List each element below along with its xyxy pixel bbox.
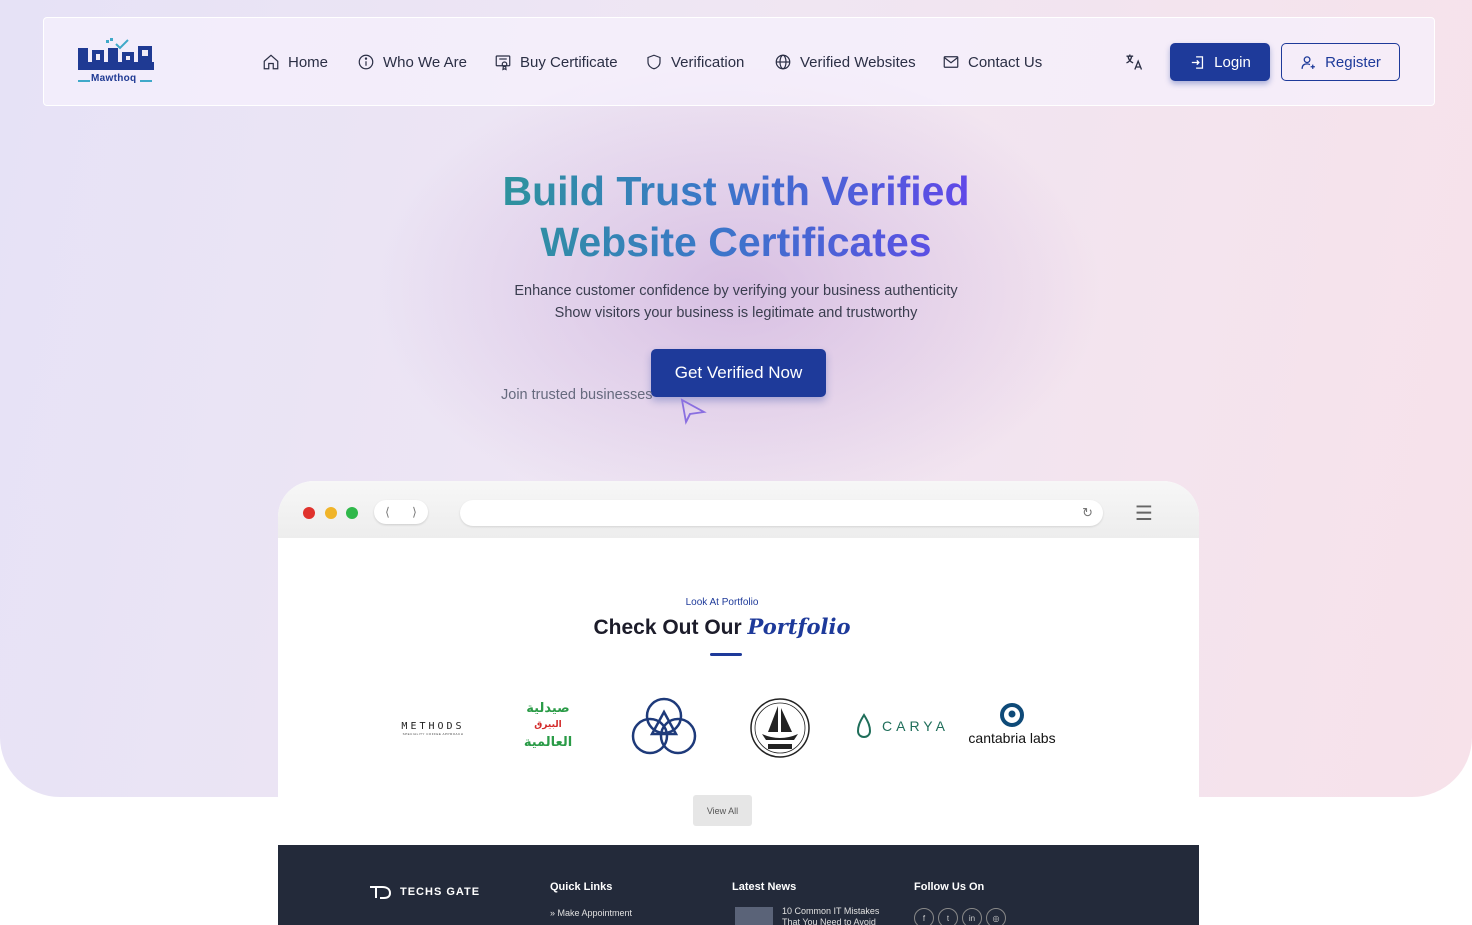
minimize-dot-icon (325, 507, 337, 519)
hamburger-menu-icon: ☰ (1135, 503, 1153, 525)
footer-quick-links-title: Quick Links (550, 881, 613, 893)
browser-mockup: ⟨ ⟩ ↻ ☰ Look At Portfolio Check Out Our … (278, 481, 1199, 925)
translate-icon[interactable] (1124, 52, 1144, 72)
hero-headline-line2: Website Certificates (540, 219, 932, 265)
forward-icon: ⟩ (412, 505, 417, 519)
view-all-button[interactable]: View All (693, 795, 752, 826)
portfolio-eyebrow: Look At Portfolio (685, 597, 759, 608)
news-title-line1: 10 Common IT Mistakes (782, 906, 880, 916)
albayraq-line2: البيرق (534, 719, 562, 729)
nav-who-we-are-label: Who We Are (383, 53, 467, 71)
nav-who-we-are[interactable]: Who We Are (357, 50, 467, 74)
get-verified-button[interactable]: Get Verified Now (651, 349, 826, 397)
footer-follow-title: Follow Us On (914, 881, 985, 893)
home-icon (263, 54, 279, 70)
cantabria-wordmark: cantabria labs (968, 730, 1056, 746)
shield-icon (647, 54, 661, 70)
techsgate-logo: TECHS GATE (368, 884, 480, 900)
methods-wordmark: METHODS (401, 721, 465, 732)
twitter-icon: t (938, 908, 958, 925)
nav-verified-websites[interactable]: Verified Websites (774, 50, 916, 74)
hero-subtitle-line2: Show visitors your business is legitimat… (554, 305, 918, 321)
login-label: Login (1214, 53, 1251, 71)
login-button[interactable]: Login (1170, 43, 1270, 81)
albayraq-line3: العالمية (523, 734, 573, 749)
browser-nav-buttons: ⟨ ⟩ (374, 500, 428, 524)
browser-url-bar: ↻ (460, 500, 1103, 526)
portfolio-title-accent: Portfolio (747, 614, 851, 639)
partner-logo-carya: CARYA (856, 713, 949, 739)
portfolio-title-plain: Check Out Our (593, 616, 742, 639)
pointer-arrow-icon (680, 398, 707, 425)
preview-footer: TECHS GATE Quick Links » Make Appointmen… (278, 845, 1199, 925)
carya-wordmark: CARYA (882, 718, 949, 734)
nav-verified-websites-label: Verified Websites (800, 53, 916, 71)
circle-triangle-logo (631, 697, 697, 755)
drop-icon (856, 713, 872, 739)
news-thumbnail (735, 907, 773, 925)
nav-verification[interactable]: Verification (645, 50, 744, 74)
news-title-line2: That You Need to Avoid (782, 917, 876, 925)
nav-home-label: Home (288, 53, 329, 71)
facebook-icon: f (914, 908, 934, 925)
partner-logo-cantabria: cantabria labs (966, 703, 1058, 746)
techsgate-wordmark: TECHS GATE (400, 886, 481, 898)
info-icon (358, 54, 374, 70)
title-underline (710, 653, 742, 656)
nav-contact-us-label: Contact Us (968, 53, 1043, 71)
certificate-icon (495, 55, 511, 71)
linkedin-icon: in (962, 908, 982, 925)
portfolio-title: Check Out Our Portfolio (278, 614, 1166, 640)
hero-headline-line1: Build Trust with Verified (502, 168, 970, 214)
ship-emblem-logo (750, 698, 810, 758)
login-icon (1191, 55, 1204, 69)
back-icon: ⟨ (385, 505, 390, 519)
hero-headline: Build Trust with Verified Website Certif… (436, 166, 1036, 268)
browser-toolbar: ⟨ ⟩ ↻ ☰ (278, 481, 1199, 538)
globe-icon (775, 54, 791, 70)
nav-buy-certificate[interactable]: Buy Certificate (494, 50, 618, 74)
logo-wordmark: Mawthoq (91, 73, 137, 84)
partner-logo-methods: METHODS SPECIALITY COFFEE APPROACH (388, 721, 478, 736)
close-dot-icon (303, 507, 315, 519)
footer-latest-news-title: Latest News (732, 881, 797, 893)
albayraq-line1: صيدلية (526, 700, 570, 715)
hero-subtitle-line1: Enhance customer confidence by verifying… (514, 283, 958, 299)
instagram-icon: ◎ (986, 908, 1006, 925)
add-user-icon (1301, 55, 1315, 69)
footer-link-appointment: » Make Appointment (550, 908, 633, 918)
partner-logo-albayraq: صيدلية البيرق العالمية (514, 699, 582, 750)
nav-home[interactable]: Home (262, 50, 328, 74)
reload-icon: ↻ (1082, 505, 1093, 520)
techsgate-logo-icon (370, 886, 392, 899)
join-trusted-text: Join trusted businesses (501, 387, 653, 403)
nav-buy-certificate-label: Buy Certificate (520, 53, 618, 71)
methods-tagline: SPECIALITY COFFEE APPROACH (402, 732, 464, 736)
register-label: Register (1325, 53, 1381, 71)
nav-verification-label: Verification (671, 53, 745, 71)
eye-icon (1000, 703, 1024, 727)
maximize-dot-icon (346, 507, 358, 519)
mail-icon (943, 56, 959, 68)
nav-contact-us[interactable]: Contact Us (942, 50, 1042, 74)
register-button[interactable]: Register (1281, 43, 1400, 81)
